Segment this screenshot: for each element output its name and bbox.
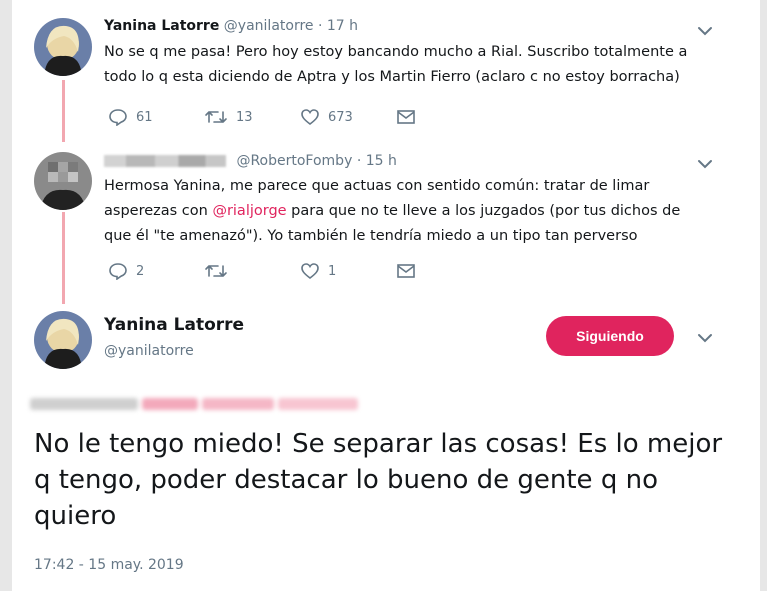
tweet-thread-card: Yanina Latorre @yanilatorre · 17 h No se…	[12, 0, 760, 591]
avatar[interactable]	[34, 152, 92, 210]
author-handle[interactable]: @RobertoFomby	[236, 153, 352, 169]
author-handle[interactable]: @yanilatorre	[224, 18, 314, 34]
redacted-author-name	[104, 155, 226, 167]
author-handle[interactable]: @yanilatorre	[104, 343, 194, 359]
text-segment: para que no te lleve a los juzgados (por…	[286, 203, 681, 219]
retweet-count: 13	[236, 109, 253, 125]
heart-icon	[301, 109, 319, 126]
author-name[interactable]: Yanina Latorre	[104, 18, 219, 34]
reply-count: 61	[136, 109, 153, 125]
retweet-icon	[205, 265, 227, 277]
retweet-action[interactable]	[204, 262, 300, 280]
reply-action[interactable]: 61	[108, 108, 204, 126]
message-action[interactable]	[396, 108, 416, 126]
tweet-time[interactable]: 17 h	[327, 18, 358, 34]
author-name[interactable]: Yanina Latorre	[104, 315, 244, 335]
tweet-header: Yanina Latorre @yanilatorre · 17 h	[104, 18, 358, 34]
heart-icon	[301, 263, 319, 280]
separator: ·	[317, 18, 323, 34]
tweet-timestamp[interactable]: 17:42 - 15 may. 2019	[34, 557, 184, 573]
message-action[interactable]	[396, 262, 416, 280]
reply-action[interactable]: 2	[108, 262, 204, 280]
tweet-text-line: que él "te amenazó"). Yo también le tend…	[104, 228, 638, 244]
text-segment: asperezas con	[104, 203, 213, 219]
tweet-time[interactable]: 15 h	[366, 153, 397, 169]
separator: ·	[356, 153, 362, 169]
thread-line	[62, 212, 65, 304]
like-action[interactable]: 1	[300, 262, 396, 280]
reply-icon	[109, 263, 127, 280]
tweet-header: @RobertoFomby · 15 h	[104, 153, 397, 169]
envelope-icon	[397, 110, 415, 124]
tweet-text: Hermosa Yanina, me parece que actuas con…	[104, 174, 744, 249]
mention-link[interactable]: @rialjorge	[212, 203, 286, 219]
chevron-down-icon[interactable]	[696, 157, 714, 171]
like-count: 1	[328, 263, 337, 279]
like-count: 673	[328, 109, 353, 125]
tweet-actions: 2 1	[108, 262, 416, 280]
tweet-text-line: todo lo q esta diciendo de Aptra y los M…	[104, 69, 680, 85]
like-action[interactable]: 673	[300, 108, 396, 126]
tweet-text-line: asperezas con @rialjorge para que no te …	[104, 199, 744, 224]
tweet-text-line: Hermosa Yanina, me parece que actuas con…	[104, 178, 650, 194]
retweet-icon	[205, 111, 227, 123]
tweet-actions: 61 13 673	[108, 108, 416, 126]
retweet-action[interactable]: 13	[204, 108, 300, 126]
thread-line	[62, 80, 65, 142]
main-tweet-text: No le tengo miedo! Se separar las cosas!…	[34, 429, 723, 531]
envelope-icon	[397, 264, 415, 278]
following-button[interactable]: Siguiendo	[546, 316, 674, 356]
reply-icon	[109, 109, 127, 126]
avatar[interactable]	[34, 311, 92, 369]
redacted-reply-context	[30, 395, 358, 413]
reply-count: 2	[136, 263, 145, 279]
chevron-down-icon[interactable]	[696, 24, 714, 38]
tweet-text: No se q me pasa! Pero hoy estoy bancando…	[104, 40, 744, 90]
avatar[interactable]	[34, 18, 92, 76]
chevron-down-icon[interactable]	[696, 331, 714, 345]
tweet-text-line: No se q me pasa! Pero hoy estoy bancando…	[104, 44, 688, 60]
